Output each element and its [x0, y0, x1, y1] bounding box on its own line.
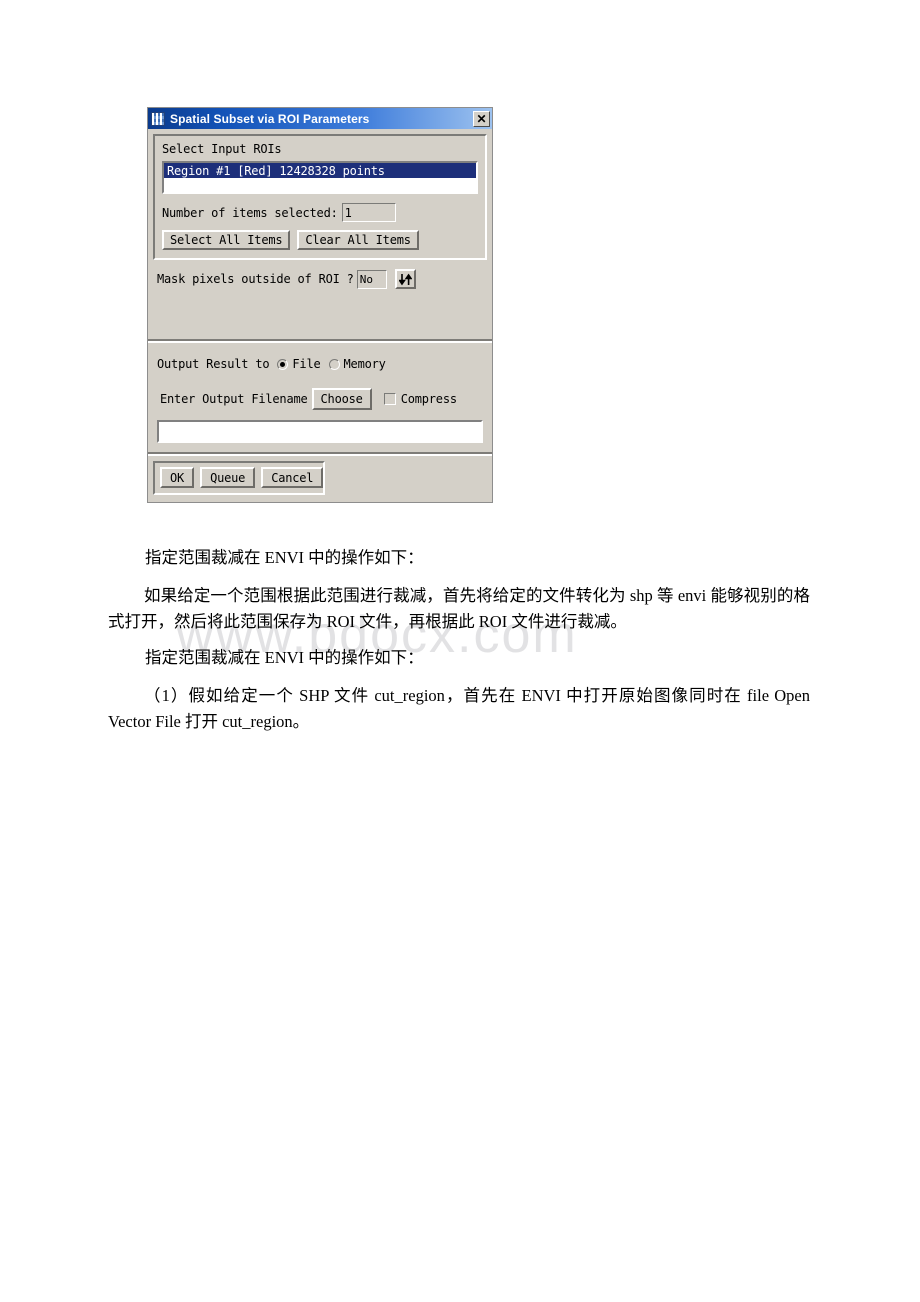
- action-panel: OK Queue Cancel: [148, 456, 492, 502]
- radio-memory-label: Memory: [343, 357, 386, 371]
- choose-button[interactable]: Choose: [311, 388, 372, 410]
- compress-label: Compress: [400, 392, 457, 406]
- output-panel: Output Result to File Memory Enter Outpu…: [148, 343, 492, 452]
- roi-selection-panel: Select Input ROIs Region #1 [Red] 124283…: [148, 129, 492, 339]
- paragraph-3: 指定范围裁减在 ENVI 中的操作如下：: [145, 648, 424, 667]
- items-selected-row: Number of items selected: 1: [162, 203, 478, 222]
- output-filename-input[interactable]: [157, 420, 483, 443]
- select-input-rois-label: Select Input ROIs: [162, 142, 282, 156]
- select-input-rois-group: Select Input ROIs Region #1 [Red] 124283…: [153, 134, 487, 260]
- close-icon[interactable]: ✕: [473, 110, 490, 127]
- up-down-arrows-icon: [398, 273, 412, 285]
- items-selected-value[interactable]: 1: [341, 203, 396, 222]
- clear-all-items-button[interactable]: Clear All Items: [297, 230, 419, 250]
- roi-list[interactable]: Region #1 [Red] 12428328 points: [162, 161, 478, 194]
- spatial-subset-dialog: Spatial Subset via ROI Parameters ✕ Sele…: [147, 107, 493, 503]
- select-all-items-button[interactable]: Select All Items: [162, 230, 291, 250]
- enter-output-filename-label: Enter Output Filename: [160, 392, 308, 406]
- output-result-label: Output Result to: [157, 357, 270, 371]
- cancel-button[interactable]: Cancel: [261, 467, 324, 488]
- radio-file[interactable]: [277, 358, 289, 370]
- queue-button[interactable]: Queue: [200, 467, 256, 488]
- compress-checkbox[interactable]: [383, 393, 396, 405]
- panel-spacer: [153, 289, 487, 333]
- paragraph-2: 如果给定一个范围根据此范围进行裁减，首先将给定的文件转化为 shp 等 envi…: [108, 586, 810, 631]
- radio-memory[interactable]: [328, 358, 340, 370]
- mask-pixels-row: Mask pixels outside of ROI ? No: [153, 269, 487, 289]
- output-result-row: Output Result to File Memory: [157, 357, 483, 371]
- roi-buttons-row: Select All Items Clear All Items: [162, 230, 478, 250]
- paragraph-4: （1）假如给定一个 SHP 文件 cut_region，首先在 ENVI 中打开…: [108, 686, 810, 731]
- dialog-title: Spatial Subset via ROI Parameters: [170, 111, 370, 126]
- items-selected-label: Number of items selected:: [162, 205, 338, 220]
- mask-pixels-toggle-button[interactable]: [394, 269, 416, 289]
- paragraph-1: 指定范围裁减在 ENVI 中的操作如下：: [145, 548, 424, 567]
- radio-file-label: File: [292, 357, 321, 371]
- ok-button[interactable]: OK: [160, 467, 195, 488]
- dialog-titlebar[interactable]: Spatial Subset via ROI Parameters ✕: [148, 108, 492, 129]
- mask-pixels-value: No: [356, 269, 387, 289]
- list-item[interactable]: Region #1 [Red] 12428328 points: [164, 163, 476, 178]
- output-filename-row: Enter Output Filename Choose Compress: [157, 388, 483, 410]
- mask-pixels-label: Mask pixels outside of ROI ?: [157, 272, 354, 286]
- app-window-icon: [151, 111, 165, 126]
- action-button-group: OK Queue Cancel: [153, 461, 325, 495]
